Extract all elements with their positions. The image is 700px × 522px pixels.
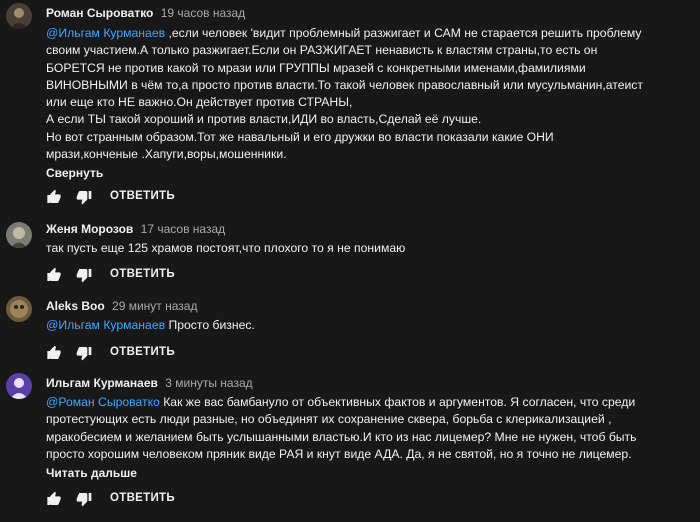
comment-time[interactable]: 17 часов назад [141, 222, 225, 236]
comment-line: просто хорошим человеком пряник виде РАЯ… [46, 446, 632, 461]
reply-button[interactable]: ОТВЕТИТЬ [110, 492, 175, 504]
comment-line: мрази,конченые .Хапуги,воры,мошенники. [46, 147, 287, 162]
comment-time[interactable]: 3 минуты назад [165, 376, 252, 390]
comment-text: @Ильгам Курманаев Просто бизнес. [46, 317, 696, 334]
mention-link[interactable]: @Роман Сыроватко [46, 395, 160, 409]
thumbs-down-icon[interactable] [76, 267, 92, 283]
comment-text: @Роман Сыроватко Как же вас бамбануло от… [46, 394, 696, 463]
comment-line: А если ТЫ такой хороший и против власти,… [46, 112, 482, 127]
comment-line: БОРЕТСЯ не против какой то мрази или ГРУ… [46, 60, 586, 75]
comment-header: Роман Сыроватко 19 часов назад [46, 6, 245, 20]
comment-line: Но вот странным образом.Тот же навальный… [46, 129, 554, 144]
comment-line: @Ильгам Курманаев ,если человек 'видит п… [46, 26, 642, 40]
thumbs-down-icon[interactable] [76, 189, 92, 205]
comment-line: или еще кто НЕ важно.Он действует против… [46, 95, 353, 110]
thumbs-up-icon[interactable] [46, 491, 62, 507]
comment-line: @Ильгам Курманаев Просто бизнес. [46, 318, 255, 332]
comment-line: @Роман Сыроватко Как же вас бамбануло от… [46, 395, 636, 409]
avatar[interactable] [6, 296, 32, 322]
author-name[interactable]: Aleks Boo [46, 299, 105, 313]
avatar-roman-icon [6, 3, 32, 29]
comment-header: Женя Морозов 17 часов назад [46, 222, 225, 236]
author-name[interactable]: Ильгам Курманаев [46, 376, 158, 390]
avatar-aleks-icon [6, 296, 32, 322]
reply-button[interactable]: ОТВЕТИТЬ [110, 190, 175, 202]
reply-button[interactable]: ОТВЕТИТЬ [110, 346, 175, 358]
comment-line: мракобесием и желанием быть услышанными … [46, 429, 637, 444]
author-name[interactable]: Роман Сыроватко [46, 6, 153, 20]
comment-time[interactable]: 19 часов назад [161, 6, 245, 20]
comment-line: так пусть еще 125 храмов постоят,что пло… [46, 241, 406, 255]
collapse-link[interactable]: Свернуть [46, 166, 103, 180]
author-name[interactable]: Женя Морозов [46, 222, 133, 236]
reply-button[interactable]: ОТВЕТИТЬ [110, 268, 175, 280]
thumbs-down-icon[interactable] [76, 491, 92, 507]
comment-header: Aleks Boo 29 минут назад [46, 299, 197, 313]
mention-link[interactable]: @Ильгам Курманаев [46, 26, 165, 40]
thumbs-up-icon[interactable] [46, 345, 62, 361]
comment-line: ВИНОВНЫМИ в чём то,а просто против власт… [46, 77, 643, 92]
avatar-ilgam-icon [6, 373, 32, 399]
mention-link[interactable]: @Ильгам Курманаев [46, 318, 165, 332]
thumbs-up-icon[interactable] [46, 189, 62, 205]
comment-time[interactable]: 29 минут назад [112, 299, 197, 313]
comment-line: своим участием.А только разжигает.Если о… [46, 43, 598, 58]
avatar[interactable] [6, 3, 32, 29]
avatar-zhenya-icon [6, 222, 32, 248]
thumbs-down-icon[interactable] [76, 345, 92, 361]
read-more-link[interactable]: Читать дальше [46, 466, 137, 480]
comment-text: так пусть еще 125 храмов постоят,что пло… [46, 240, 696, 257]
avatar[interactable] [6, 373, 32, 399]
avatar[interactable] [6, 222, 32, 248]
comment-line: протестующих есть люди разные, но объеди… [46, 412, 612, 427]
comment-text: @Ильгам Курманаев ,если человек 'видит п… [46, 25, 696, 163]
comment-header: Ильгам Курманаев 3 минуты назад [46, 376, 253, 390]
thumbs-up-icon[interactable] [46, 267, 62, 283]
